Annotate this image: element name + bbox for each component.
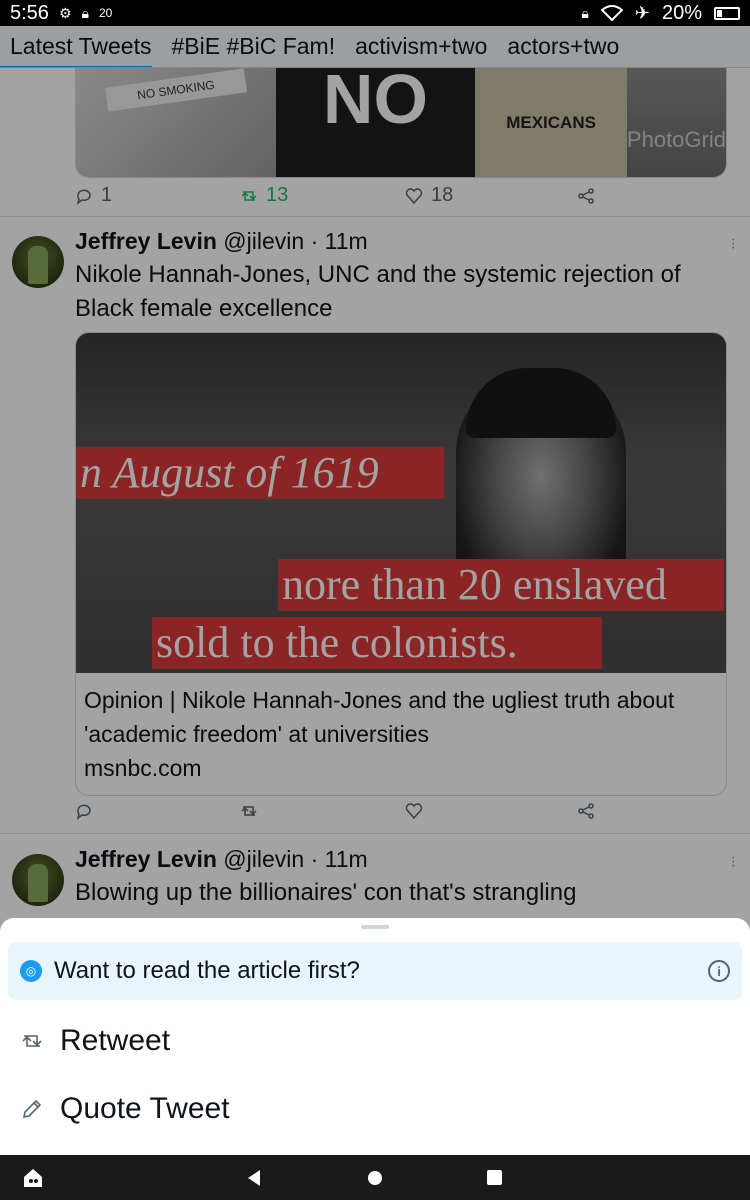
retweet-option-label: Retweet [60, 1024, 171, 1057]
glasses-icon: ◎ [20, 960, 42, 982]
retweet-bottom-sheet: ◎ Want to read the article first? i Retw… [0, 918, 750, 1155]
notification-icon: ⚙ [58, 4, 72, 21]
info-icon[interactable]: i [708, 960, 730, 982]
lock-icon: 🔒︎ [81, 4, 89, 21]
retweet-icon [22, 1035, 42, 1047]
status-bar: 5:56 ⚙ 🔒︎ 20 🔒︎ ✈ 20% [0, 0, 750, 26]
airplane-icon: ✈ [634, 2, 650, 23]
pencil-icon [22, 1099, 42, 1119]
back-icon[interactable] [246, 1169, 262, 1187]
banner-text: Want to read the article first? [54, 957, 360, 984]
recents-icon[interactable] [487, 1170, 502, 1185]
home-icon[interactable] [367, 1170, 383, 1186]
status-badge: 20 [98, 6, 113, 20]
read-article-banner[interactable]: ◎ Want to read the article first? i [8, 942, 742, 1000]
battery-icon [714, 6, 740, 20]
vpn-icon: 🔒︎ [581, 4, 589, 21]
quote-tweet-option[interactable]: Quote Tweet [20, 1084, 230, 1134]
quote-tweet-option-label: Quote Tweet [60, 1092, 230, 1125]
drag-handle[interactable] [361, 925, 389, 929]
home-app-icon[interactable] [22, 1167, 44, 1189]
battery-text: 20% [661, 1, 702, 24]
system-nav-bar [0, 1155, 750, 1200]
retweet-option[interactable]: Retweet [20, 1016, 170, 1066]
wifi-icon [600, 5, 623, 21]
clock: 5:56 [10, 1, 49, 24]
